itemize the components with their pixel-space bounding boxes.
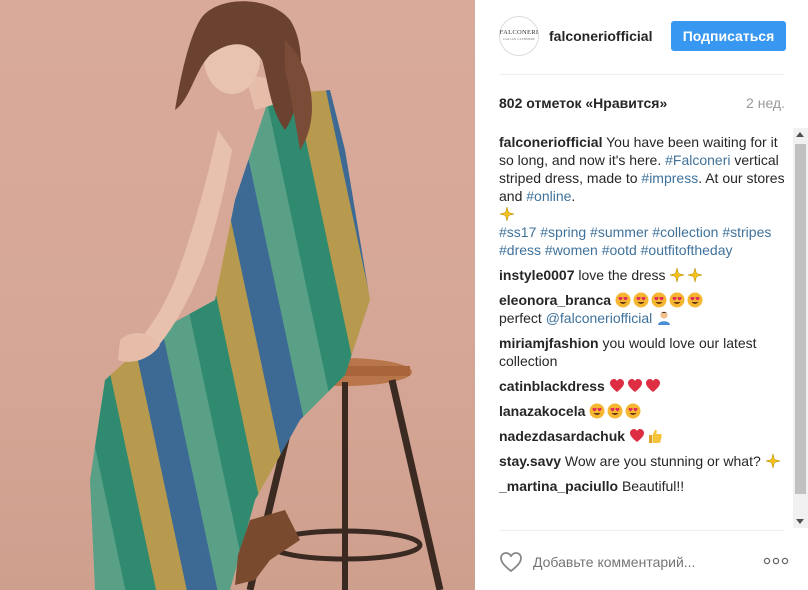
heart-outline-icon[interactable]	[499, 551, 523, 573]
sparkles-icon	[764, 453, 781, 469]
comment-username[interactable]: miriamjfashion	[499, 335, 599, 351]
heart-eyes-emoji-icon	[633, 292, 649, 308]
comment-bar	[499, 547, 789, 577]
post-sidebar: FALCONERI ITALIAN CASHMERE falconerioffi…	[475, 0, 808, 590]
red-heart-icon	[609, 379, 624, 392]
heart-eyes-emoji-icon	[625, 403, 641, 419]
instagram-post: FALCONERI ITALIAN CASHMERE falconerioffi…	[0, 0, 808, 590]
comment-item: nadezdasardachuk	[499, 427, 791, 445]
comment-username[interactable]: eleonora_branca	[499, 292, 611, 308]
heart-eyes-emoji-icon	[589, 403, 605, 419]
avatar-logo-subtext: ITALIAN CASHMERE	[502, 37, 536, 41]
comment-item: instyle0007 love the dress	[499, 266, 791, 284]
follow-button[interactable]: Подписаться	[671, 21, 786, 51]
comment-username[interactable]: catinblackdress	[499, 378, 605, 394]
comment-username[interactable]: instyle0007	[499, 267, 575, 283]
comment-username[interactable]: stay.savy	[499, 453, 561, 469]
header-divider	[499, 74, 785, 75]
comment-username[interactable]: nadezdasardachuk	[499, 428, 625, 444]
comments-list: falconeriofficial You have been waiting …	[499, 133, 791, 529]
mention-link[interactable]: @falconeriofficial	[546, 310, 653, 326]
avatar[interactable]: FALCONERI ITALIAN CASHMERE	[499, 16, 539, 56]
avatar-logo-text: FALCONERI	[499, 29, 539, 36]
comment-text: Beautiful!!	[621, 478, 685, 494]
comment-text: perfect	[499, 310, 542, 326]
post-username[interactable]: falconeriofficial	[549, 28, 652, 44]
sparkles-icon	[687, 267, 704, 283]
scrollbar-thumb[interactable]	[795, 144, 806, 494]
avatar-logo: FALCONERI ITALIAN CASHMERE	[500, 29, 539, 43]
person-tipping-hand-icon	[658, 311, 671, 325]
caption: falconeriofficial You have been waiting …	[499, 133, 791, 259]
caption-hashtags[interactable]: #ss17 #spring #summer #collection #strip…	[499, 224, 771, 258]
comment-username[interactable]: lanazakocela	[499, 403, 585, 419]
hashtag-online[interactable]: #online	[526, 188, 571, 204]
comment-input[interactable]	[533, 554, 753, 570]
heart-eyes-emoji-icon	[687, 292, 703, 308]
likes-row: 802 отметок «Нравится» 2 нед.	[499, 95, 785, 111]
heart-eyes-emoji-icon	[651, 292, 667, 308]
photo-illustration	[90, 1, 444, 590]
heart-eyes-emoji-icon	[615, 292, 631, 308]
comment-item: lanazakocela	[499, 402, 791, 420]
comment-item: stay.savy Wow are you stunning or what?	[499, 452, 791, 470]
red-heart-icon	[627, 379, 642, 392]
post-photo[interactable]	[0, 0, 475, 590]
hashtag-impress[interactable]: #impress	[641, 170, 698, 186]
more-options-icon[interactable]	[763, 557, 789, 565]
likes-count[interactable]: 802 отметок «Нравится»	[499, 95, 667, 111]
thumbs-up-icon	[648, 429, 662, 443]
comment-item: _martina_paciullo Beautiful!!	[499, 477, 791, 495]
sparkles-icon	[499, 206, 515, 222]
comment-item: catinblackdress	[499, 377, 791, 395]
scroll-up-arrow-icon[interactable]	[796, 132, 804, 137]
scroll-down-arrow-icon[interactable]	[796, 519, 804, 524]
red-heart-icon	[645, 379, 660, 392]
hashtag-falconeri[interactable]: #Falconeri	[665, 152, 730, 168]
footer-divider	[499, 530, 785, 531]
comment-text: love the dress	[578, 267, 666, 283]
sparkles-icon	[669, 267, 686, 283]
comment-text: Wow are you stunning or what?	[564, 453, 761, 469]
heart-eyes-emoji-icon	[607, 403, 623, 419]
comment-item: miriamjfashion you would love our latest…	[499, 334, 791, 370]
caption-username[interactable]: falconeriofficial	[499, 134, 602, 150]
heart-eyes-emoji-icon	[669, 292, 685, 308]
comments-scrollbar[interactable]	[793, 128, 808, 528]
comment-item: eleonora_branca perfect @falconerioffici…	[499, 291, 791, 327]
comment-username[interactable]: _martina_paciullo	[499, 478, 618, 494]
post-time[interactable]: 2 нед.	[746, 95, 785, 111]
red-heart-icon	[629, 429, 644, 442]
caption-text-4: .	[571, 188, 576, 204]
